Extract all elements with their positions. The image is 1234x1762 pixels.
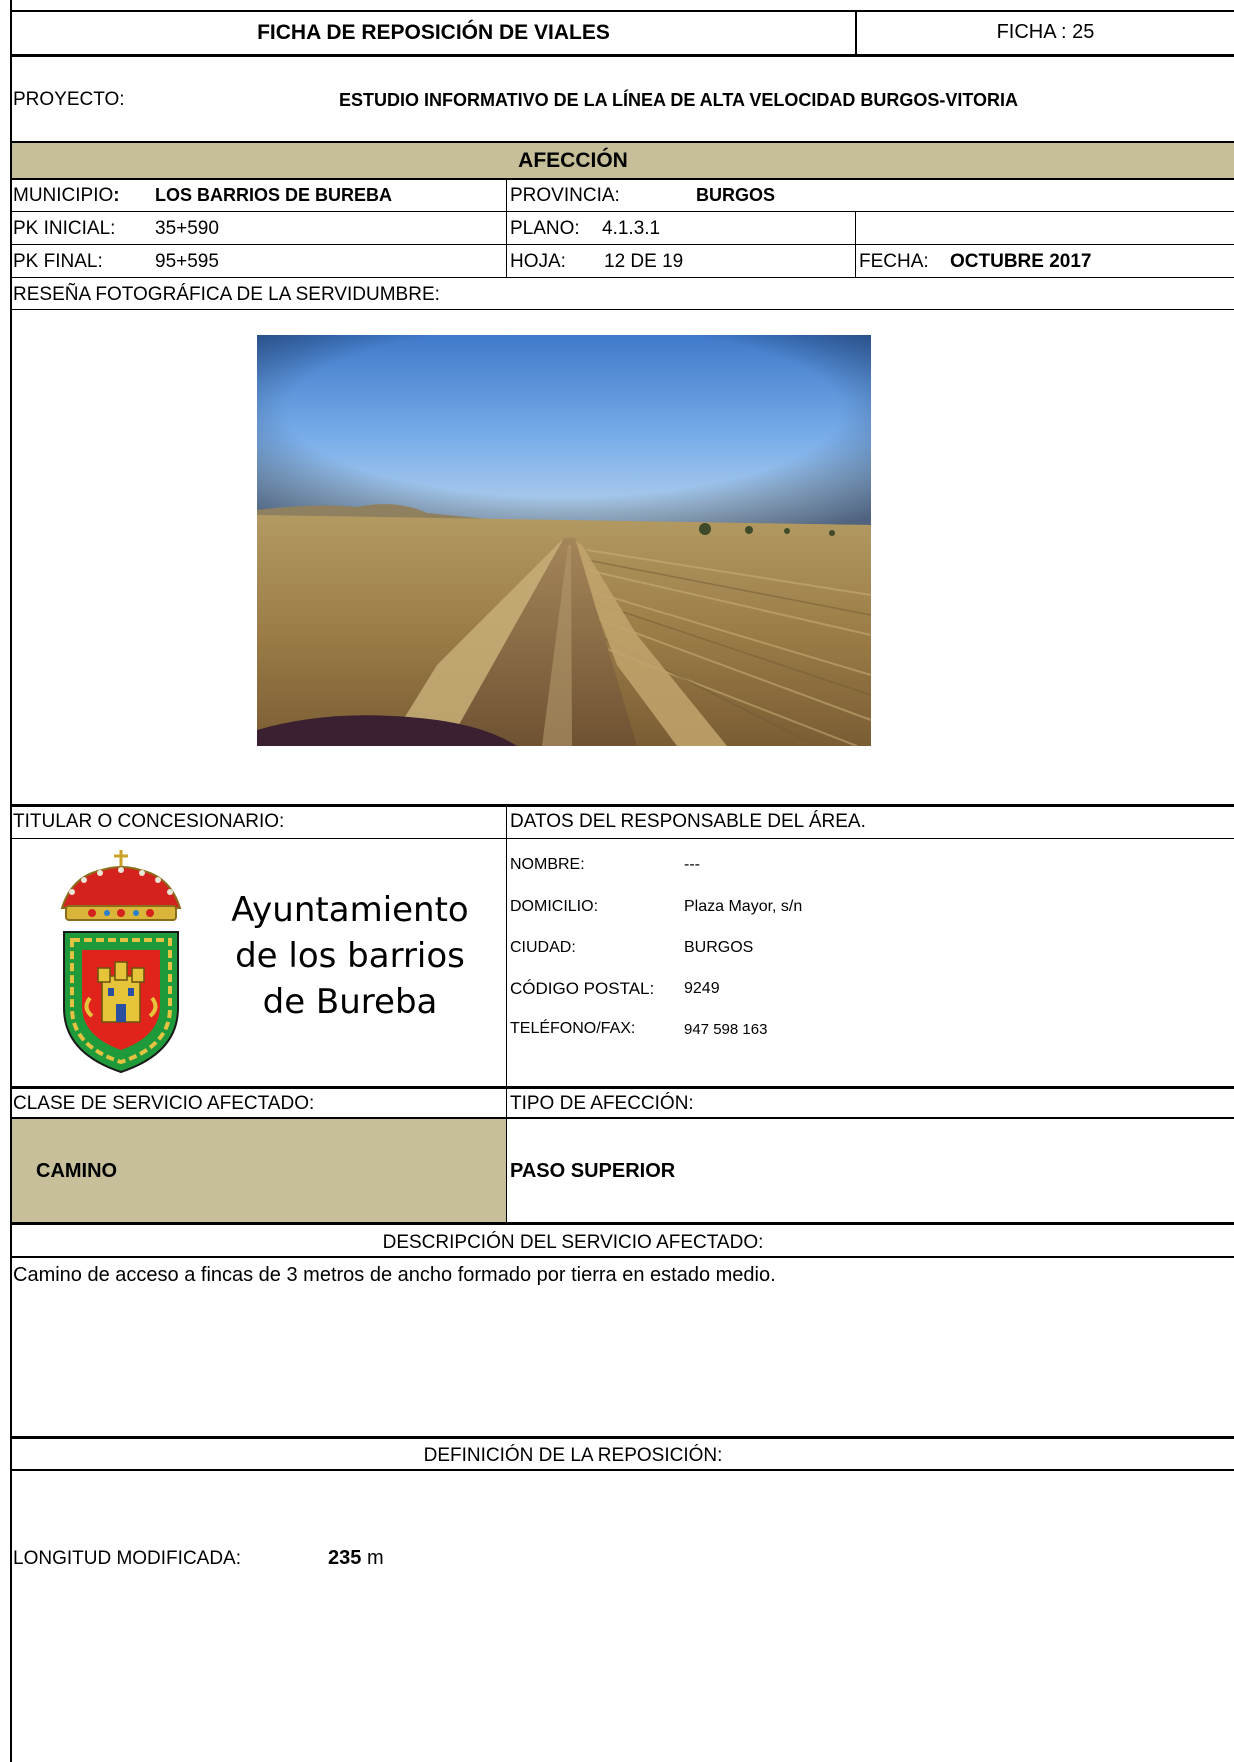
domicilio-value: Plaza Mayor, s/n bbox=[684, 898, 803, 915]
ficha-number: FICHA : 25 bbox=[996, 21, 1095, 43]
municipio-value: LOS BARRIOS DE BUREBA bbox=[155, 185, 393, 205]
proyecto-value: ESTUDIO INFORMATIVO DE LA LÍNEA DE ALTA … bbox=[339, 90, 1018, 110]
rule-after-titular-label bbox=[10, 838, 1234, 839]
titular-label: TITULAR O CONCESIONARIO: bbox=[13, 811, 285, 832]
longitud-number: 235 bbox=[328, 1547, 362, 1569]
pk-final-value: 95+595 bbox=[155, 251, 219, 272]
provincia-value: BURGOS bbox=[696, 185, 776, 205]
rule-after-afeccion bbox=[10, 178, 1234, 180]
coat-of-arms-image bbox=[52, 848, 190, 1076]
definicion-heading: DEFINICIÓN DE LA REPOSICIÓN: bbox=[423, 1445, 723, 1466]
rule-after-pkinicial bbox=[10, 244, 1234, 245]
rule-after-municipio bbox=[10, 211, 1234, 212]
municipio-colon: : bbox=[113, 185, 120, 206]
ciudad-value: BURGOS bbox=[684, 939, 754, 956]
border-top bbox=[10, 10, 1234, 12]
ciudad-label: CIUDAD: bbox=[510, 939, 576, 956]
rule-after-descripcion bbox=[10, 1436, 1234, 1439]
provincia-label: PROVINCIA: bbox=[510, 185, 620, 206]
municipio-label: MUNICIPIO: bbox=[13, 186, 120, 205]
document-title: FICHA DE REPOSICIÓN DE VIALES bbox=[257, 21, 610, 44]
tipo-afeccion-value: PASO SUPERIOR bbox=[510, 1160, 676, 1182]
clase-servicio-value: CAMINO bbox=[36, 1160, 118, 1182]
nombre-label: NOMBRE: bbox=[510, 856, 585, 873]
rule-after-header bbox=[10, 54, 1234, 57]
afeccion-col-divider-2 bbox=[855, 211, 856, 278]
hoja-label: HOJA: bbox=[510, 251, 566, 272]
ayuntamiento-line-1: Ayuntamiento bbox=[231, 890, 469, 930]
longitud-value: 235 m bbox=[328, 1548, 384, 1568]
proyecto-label: PROYECTO: bbox=[13, 89, 125, 110]
ayuntamiento-name: Ayuntamiento de los barrios de Bureba bbox=[220, 887, 480, 1025]
rule-after-photo bbox=[10, 804, 1234, 807]
descripcion-heading: DESCRIPCIÓN DEL SERVICIO AFECTADO: bbox=[382, 1232, 764, 1253]
telefono-label: TELÉFONO/FAX: bbox=[510, 1020, 636, 1037]
afeccion-heading: AFECCIÓN bbox=[518, 149, 628, 172]
fecha-value: OCTUBRE 2017 bbox=[950, 251, 1092, 272]
titular-col-divider bbox=[506, 804, 507, 1224]
rule-after-clase-label bbox=[10, 1117, 1234, 1119]
pk-inicial-label: PK INICIAL: bbox=[13, 218, 116, 239]
rule-after-pkfinal bbox=[10, 277, 1234, 278]
longitud-label: LONGITUD MODIFICADA: bbox=[13, 1548, 242, 1569]
coat-of-arms-icon bbox=[60, 850, 182, 1074]
rule-after-clase bbox=[10, 1222, 1234, 1225]
field-road-photo bbox=[257, 335, 871, 746]
rule-after-titular bbox=[10, 1086, 1234, 1089]
resena-label: RESEÑA FOTOGRÁFICA DE LA SERVIDUMBRE: bbox=[13, 284, 440, 305]
rule-after-resena-label bbox=[10, 309, 1234, 310]
border-left bbox=[10, 0, 12, 1762]
field-road-photo-image bbox=[257, 335, 871, 746]
nombre-value: --- bbox=[684, 856, 700, 873]
municipio-label-text: MUNICIPIO bbox=[13, 185, 114, 206]
afeccion-col-divider bbox=[506, 178, 507, 278]
pk-final-label: PK FINAL: bbox=[13, 251, 103, 272]
rule-after-proyecto bbox=[10, 141, 1234, 143]
hoja-value: 12 DE 19 bbox=[604, 251, 684, 272]
ficha-page: FICHA DE REPOSICIÓN DE VIALES FICHA : 25… bbox=[0, 0, 1234, 1762]
descripcion-text: Camino de acceso a fincas de 3 metros de… bbox=[13, 1264, 776, 1286]
plano-label: PLANO: bbox=[510, 218, 580, 239]
clase-servicio-label: CLASE DE SERVICIO AFECTADO: bbox=[13, 1093, 315, 1114]
codigo-postal-value: 9249 bbox=[684, 980, 720, 997]
tipo-afeccion-label: TIPO DE AFECCIÓN: bbox=[510, 1093, 694, 1114]
rule-after-descripcion-heading bbox=[10, 1256, 1234, 1258]
ayuntamiento-line-2: de los barrios bbox=[235, 936, 465, 976]
longitud-unit: m bbox=[366, 1547, 384, 1569]
ayuntamiento-line-3: de Bureba bbox=[262, 982, 438, 1022]
telefono-value: 947 598 163 bbox=[684, 1021, 768, 1038]
codigo-postal-label: CÓDIGO POSTAL: bbox=[510, 979, 655, 998]
rule-after-definicion-heading bbox=[10, 1469, 1234, 1471]
domicilio-label: DOMICILIO: bbox=[510, 898, 599, 915]
fecha-label: FECHA: bbox=[859, 251, 929, 272]
plano-value: 4.1.3.1 bbox=[602, 218, 661, 239]
responsable-label: DATOS DEL RESPONSABLE DEL ÁREA. bbox=[510, 811, 866, 832]
pk-inicial-value: 35+590 bbox=[155, 218, 219, 239]
